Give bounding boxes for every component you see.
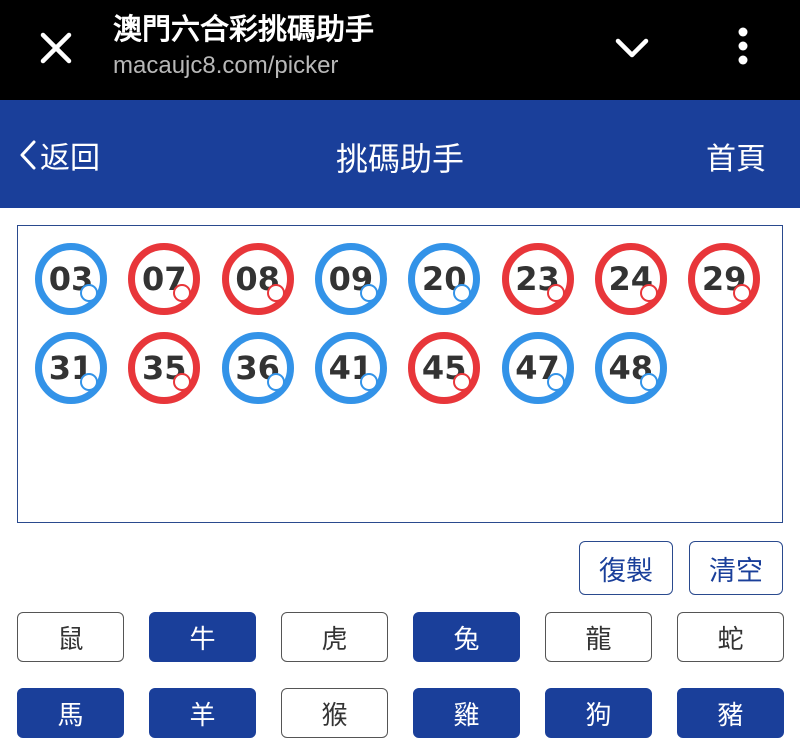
copy-button[interactable]: 復製: [579, 541, 673, 595]
zodiac-button[interactable]: 兔: [413, 612, 520, 662]
more-options-button[interactable]: [722, 18, 764, 74]
expand-button[interactable]: [606, 22, 658, 74]
clear-button[interactable]: 清空: [689, 541, 783, 595]
number-ball[interactable]: 09: [314, 243, 387, 315]
chevron-down-icon: [615, 38, 649, 58]
browser-url[interactable]: macaujc8.com/picker: [113, 52, 338, 80]
zodiac-button[interactable]: 龍: [545, 612, 652, 662]
zodiac-button[interactable]: 蛇: [677, 612, 784, 662]
home-button[interactable]: 首頁: [706, 134, 766, 178]
number-ball[interactable]: 29: [688, 243, 761, 315]
zodiac-button[interactable]: 狗: [545, 688, 652, 738]
number-ball[interactable]: 07: [128, 243, 201, 315]
browser-page-title: 澳門六合彩挑碼助手: [113, 12, 375, 46]
number-ball[interactable]: 48: [594, 332, 667, 404]
selected-numbers-panel: 03 07 08 09 20 23 24 29 31 35 36 41 45 47 48: [17, 225, 783, 523]
page-title: 挑碼助手: [335, 140, 464, 178]
close-icon: [40, 32, 72, 64]
number-ball[interactable]: 47: [501, 332, 574, 404]
zodiac-button[interactable]: 猴: [281, 688, 388, 738]
number-ball[interactable]: 23: [501, 243, 574, 315]
number-ball[interactable]: 41: [314, 332, 387, 404]
zodiac-button[interactable]: 虎: [281, 612, 388, 662]
number-ball[interactable]: 20: [408, 243, 481, 315]
zodiac-button[interactable]: 馬: [17, 688, 124, 738]
number-ball[interactable]: 24: [594, 243, 667, 315]
zodiac-button[interactable]: 牛: [149, 612, 256, 662]
number-ball[interactable]: 08: [221, 243, 294, 315]
close-button[interactable]: [30, 22, 82, 74]
browser-bar: 澳門六合彩挑碼助手 macaujc8.com/picker: [0, 0, 800, 100]
zodiac-button[interactable]: 豬: [677, 688, 784, 738]
number-ball[interactable]: 03: [35, 243, 107, 315]
number-ball[interactable]: 35: [128, 332, 201, 404]
number-ball[interactable]: 31: [35, 332, 107, 404]
zodiac-button[interactable]: 羊: [149, 688, 256, 738]
number-ball[interactable]: 45: [408, 332, 481, 404]
zodiac-button[interactable]: 雞: [413, 688, 520, 738]
more-vertical-icon: [738, 27, 748, 65]
zodiac-button[interactable]: 鼠: [17, 612, 124, 662]
app-header: 返回 挑碼助手 首頁: [0, 100, 800, 208]
number-ball[interactable]: 36: [221, 332, 294, 404]
